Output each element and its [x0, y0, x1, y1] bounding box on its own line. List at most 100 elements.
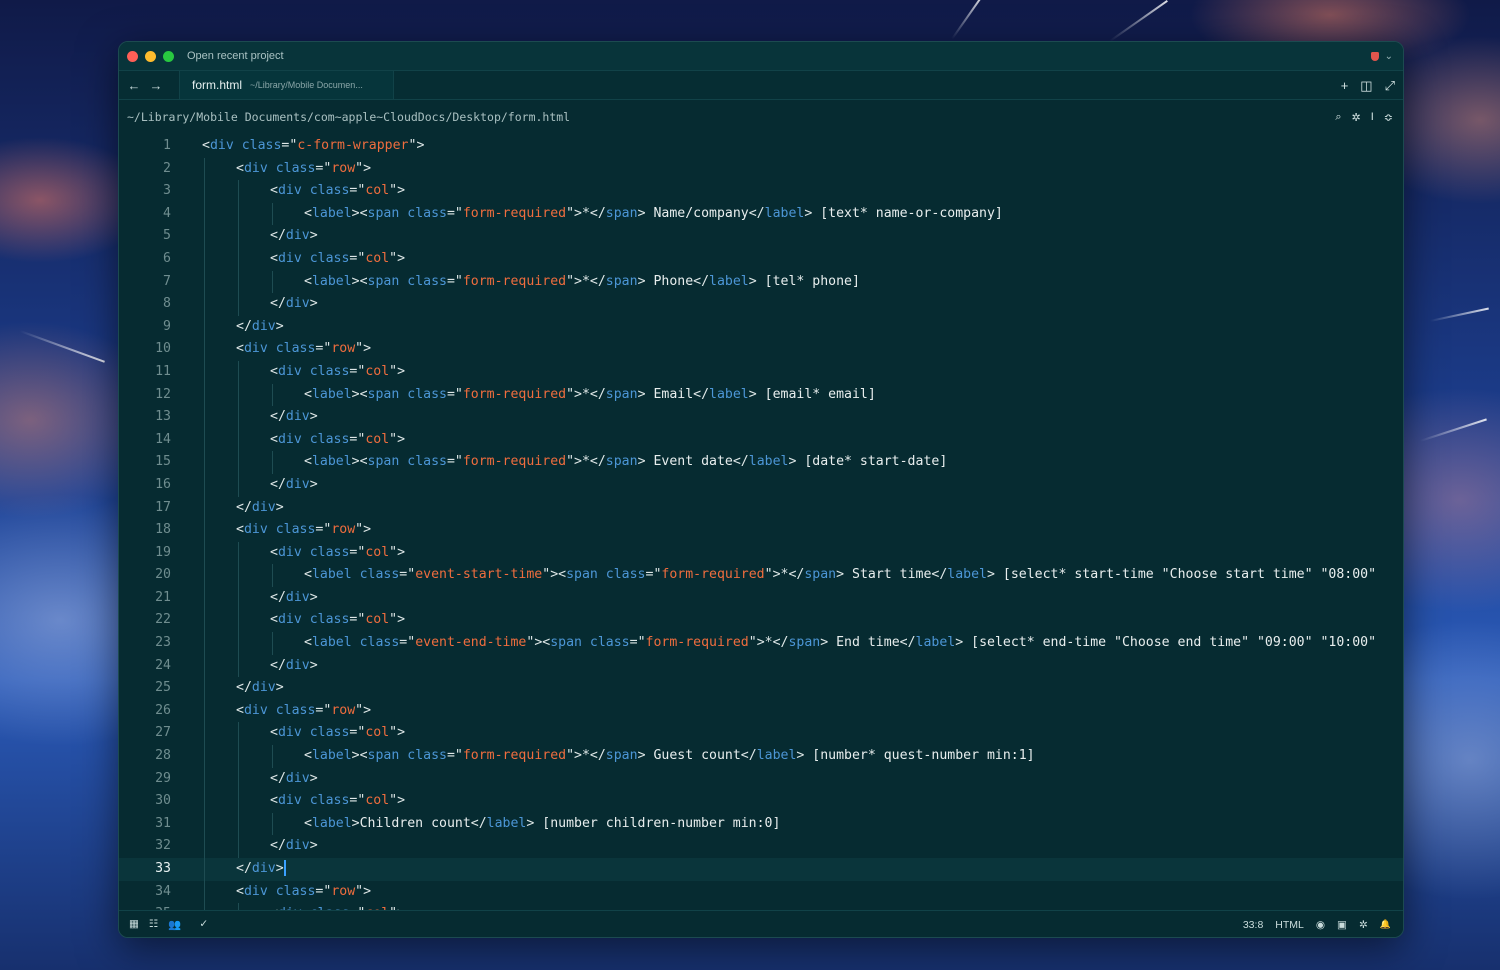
text-cursor-icon[interactable]: I [1371, 111, 1374, 123]
code-line[interactable]: 14 <div class="col"> [119, 428, 1403, 452]
code-line[interactable]: 31 <label>Children count</label> [number … [119, 812, 1403, 836]
indent-guide [204, 247, 205, 271]
code-token: >< [351, 273, 368, 289]
search-icon[interactable]: ⌕ [1335, 111, 1341, 124]
code-line[interactable]: 11 <div class="col"> [119, 360, 1403, 384]
code-line[interactable]: 27 <div class="col"> [119, 722, 1403, 746]
shield-icon[interactable] [1370, 52, 1379, 61]
code-token: class [301, 612, 350, 628]
line-number: 31 [155, 815, 171, 831]
code-line[interactable]: 4 <label><span class="form-required">*</s… [119, 202, 1403, 226]
indent-guide [204, 586, 205, 610]
indent-guide [204, 270, 205, 294]
code-line[interactable]: 22 <div class="col"> [119, 609, 1403, 633]
code-line[interactable]: 32 </div> [119, 835, 1403, 858]
code-line[interactable]: 23 <label class="event-end-time"><span cl… [119, 632, 1403, 655]
code-token: >< [351, 748, 368, 764]
line-number: 29 [155, 770, 171, 786]
copilot-icon[interactable]: ◉ [1316, 919, 1325, 931]
indent-guide [204, 812, 205, 836]
code-content: <label><span class="form-required">*</sp… [171, 383, 876, 407]
collaborators-icon[interactable]: 👥 [168, 918, 181, 931]
code-token: class [267, 883, 316, 899]
code-line[interactable]: 2 <div class="row"> [119, 157, 1403, 181]
line-number: 33 [155, 861, 171, 876]
code-token: </ [236, 861, 252, 876]
close-window-button[interactable] [127, 50, 138, 62]
code-token: class [301, 725, 350, 741]
assistant-icon[interactable]: ✲ [1352, 111, 1361, 124]
code-line[interactable]: 21 </div> [119, 586, 1403, 610]
code-line[interactable]: 15 <label><span class="form-required">*</… [119, 451, 1403, 474]
code-line[interactable]: 10 <div class="row"> [119, 338, 1403, 361]
code-line[interactable]: 16 </div> [119, 473, 1403, 497]
code-line[interactable]: 24 </div> [119, 654, 1403, 678]
code-token: div [277, 250, 302, 266]
terminal-icon[interactable]: ▣ [1337, 919, 1347, 931]
bell-icon[interactable]: 🔔 [1380, 919, 1391, 930]
code-line[interactable]: 5 </div> [119, 225, 1403, 248]
code-line[interactable]: 17 </div> [119, 496, 1403, 520]
code-token: div [251, 680, 276, 696]
indent-guide [204, 473, 205, 497]
code-content: <div class="row"> [171, 880, 371, 904]
sky-streak [1419, 418, 1487, 442]
code-line[interactable]: 7 <label><span class="form-required">*</s… [119, 270, 1403, 294]
code-token: col [365, 544, 390, 560]
outline-icon[interactable]: ☷ [149, 918, 158, 930]
code-line[interactable]: 3 <div class="col"> [119, 180, 1403, 203]
new-tab-icon[interactable]: + [1341, 78, 1349, 93]
code-token: < [270, 544, 278, 560]
split-pane-icon[interactable]: ◫ [1360, 78, 1372, 94]
check-icon[interactable]: ✓ [199, 918, 208, 930]
code-line[interactable]: 26 <div class="row"> [119, 699, 1403, 723]
expand-icon[interactable]: ⤢ [1385, 78, 1395, 94]
code-token: < [304, 273, 312, 289]
zoom-window-button[interactable] [163, 50, 174, 62]
code-line[interactable]: 8 </div> [119, 293, 1403, 316]
line-number: 32 [155, 838, 171, 854]
code-line[interactable]: 1 <div class="c-form-wrapper"> [119, 135, 1403, 158]
code-token: class [399, 205, 447, 221]
code-line[interactable]: 6 <div class="col"> [119, 247, 1403, 271]
code-editor[interactable]: 1 <div class="c-form-wrapper"> 2 <div class… [119, 135, 1403, 911]
code-line[interactable]: 34 <div class="row"> [119, 880, 1403, 904]
code-token: col [365, 725, 390, 741]
code-line[interactable]: 30 <div class="col"> [119, 790, 1403, 813]
line-number: 14 [155, 431, 171, 447]
code-token: class [597, 567, 646, 583]
language-mode[interactable]: HTML [1275, 919, 1304, 931]
chevron-down-icon[interactable]: ⌄ [1385, 51, 1393, 62]
code-token: label [748, 454, 789, 470]
code-line[interactable]: 29 </div> [119, 767, 1403, 791]
minimize-window-button[interactable] [145, 50, 156, 62]
settings-sliders-icon[interactable]: ≎ [1384, 111, 1393, 124]
line-number: 21 [155, 589, 171, 605]
code-line[interactable]: 13 </div> [119, 406, 1403, 429]
code-line[interactable]: 33 </div> [119, 858, 1403, 881]
code-token: " [355, 341, 364, 357]
forward-arrow-icon[interactable]: → [145, 71, 167, 99]
code-line[interactable]: 28 <label><span class="form-required">*</… [119, 745, 1403, 768]
code-token: span [605, 454, 638, 470]
indent-guide [272, 812, 273, 836]
tab-form-html[interactable]: form.html ~/Library/Mobile Documen... [179, 71, 394, 99]
code-line[interactable]: 18 <div class="row"> [119, 519, 1403, 542]
code-token: form-required [462, 273, 567, 289]
code-line[interactable]: 20 <label class="event-start-time"><span … [119, 564, 1403, 587]
code-line[interactable]: 9 </div> [119, 315, 1403, 339]
line-number: 8 [163, 296, 171, 312]
ai-assistant-icon[interactable]: ✲ [1359, 919, 1368, 931]
open-recent-project[interactable]: Open recent project [187, 50, 284, 62]
code-line[interactable]: 19 <div class="col"> [119, 541, 1403, 565]
indent-guide [238, 632, 239, 655]
back-arrow-icon[interactable]: ← [123, 71, 145, 99]
cursor-position[interactable]: 33:8 [1243, 919, 1263, 931]
panel-icon[interactable]: ▦ [129, 918, 139, 930]
code-token: > [309, 838, 318, 854]
code-token: row [331, 702, 356, 718]
code-line[interactable]: 25 </div> [119, 677, 1403, 700]
indent-guide [238, 451, 239, 474]
tab-bar: ← → form.html ~/Library/Mobile Documen..… [119, 71, 1403, 100]
code-line[interactable]: 12 <label><span class="form-required">*</… [119, 383, 1403, 407]
